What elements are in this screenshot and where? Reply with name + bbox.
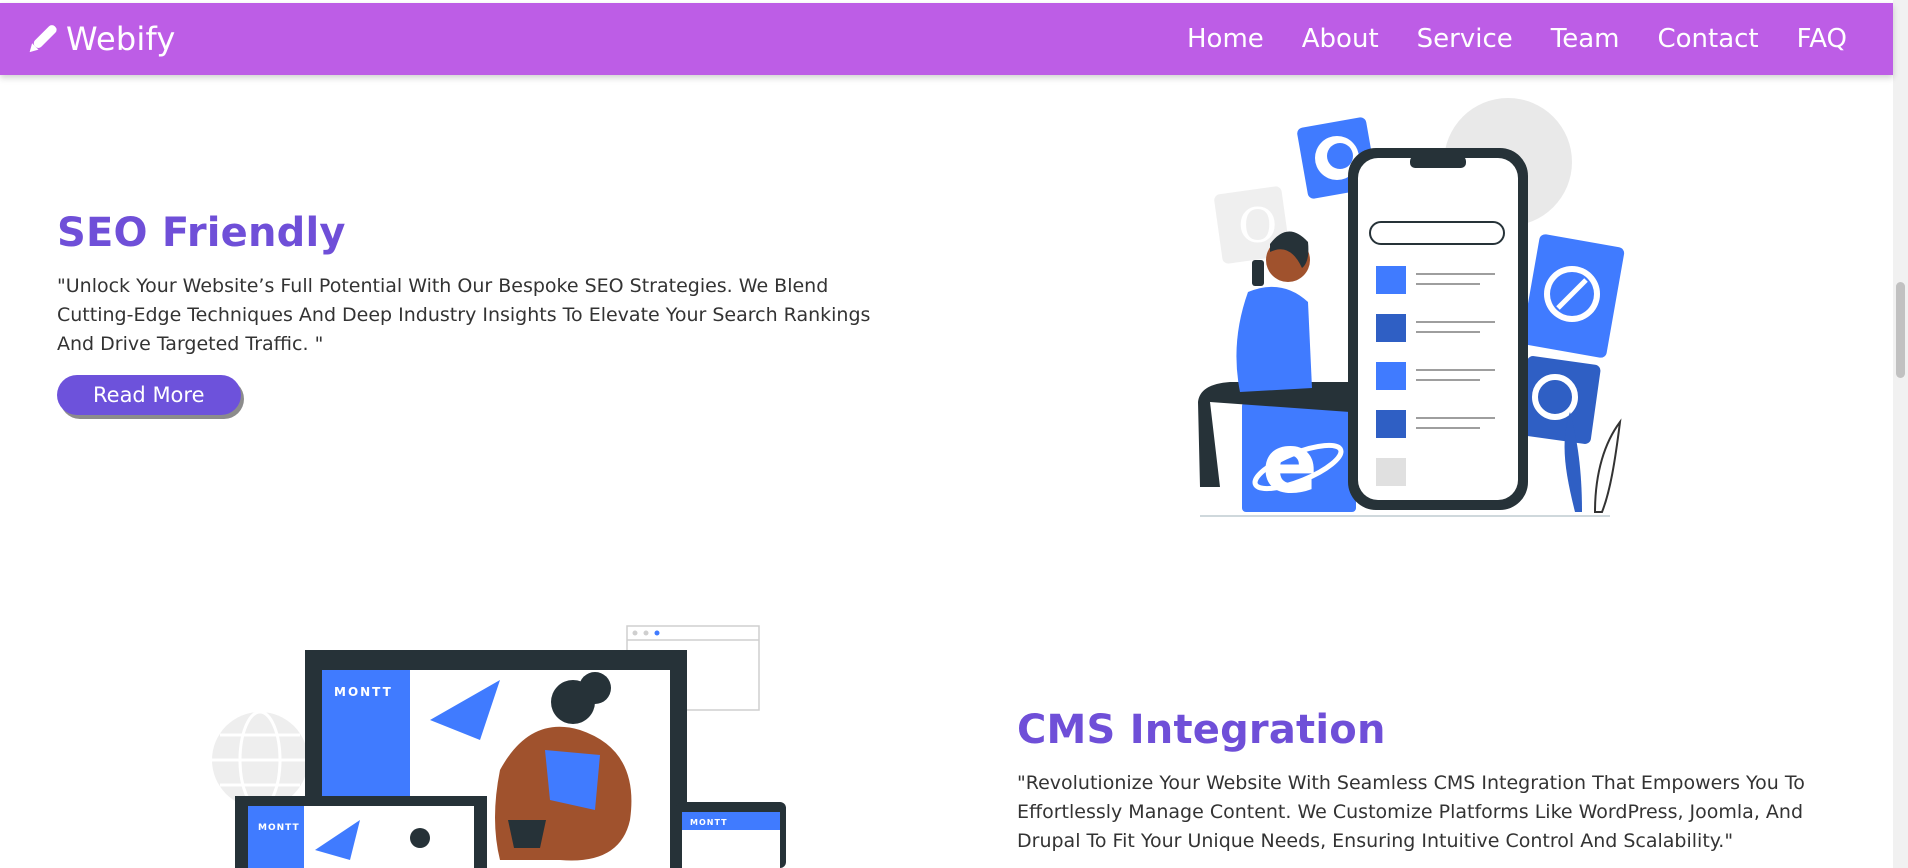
feature-title: CMS Integration bbox=[1017, 707, 1386, 753]
page-scrollbar[interactable] bbox=[1893, 0, 1908, 868]
montt-label-tablet: MONTT bbox=[690, 818, 728, 827]
feature-description: "Revolutionize Your Website With Seamles… bbox=[1017, 772, 1805, 852]
navbar: Webify Home About Service Team Contact F… bbox=[0, 3, 1893, 75]
chrome-tile bbox=[1517, 356, 1601, 444]
montt-label: MONTT bbox=[334, 685, 393, 699]
scrollbar-thumb[interactable] bbox=[1896, 282, 1905, 378]
nav-link-service[interactable]: Service bbox=[1417, 24, 1513, 54]
nav-link-team[interactable]: Team bbox=[1551, 24, 1620, 54]
read-more-button[interactable]: Read More bbox=[57, 375, 241, 415]
feature-title: SEO Friendly bbox=[57, 210, 346, 256]
nav-link-home[interactable]: Home bbox=[1187, 24, 1264, 54]
cms-illustration: MONTT MONTT MONTT bbox=[212, 625, 786, 868]
nav-link-faq[interactable]: FAQ bbox=[1797, 24, 1847, 54]
montt-label-small: MONTT bbox=[258, 823, 300, 833]
feature-description: "Unlock Your Website’s Full Potential Wi… bbox=[57, 275, 871, 355]
pencil-icon bbox=[29, 25, 57, 53]
feature-seo: SEO Friendly "Unlock Your Website’s Full… bbox=[57, 210, 897, 415]
seo-illustration: O e bbox=[1198, 98, 1625, 517]
nav-link-contact[interactable]: Contact bbox=[1657, 24, 1758, 54]
nav-links: Home About Service Team Contact FAQ bbox=[1187, 24, 1847, 54]
nav-link-about[interactable]: About bbox=[1302, 24, 1379, 54]
person-body bbox=[1236, 286, 1312, 392]
brand-name: Webify bbox=[66, 20, 176, 58]
feature-cms: CMS Integration "Revolutionize Your Webs… bbox=[1017, 707, 1837, 856]
brand-logo[interactable]: Webify bbox=[26, 20, 176, 58]
